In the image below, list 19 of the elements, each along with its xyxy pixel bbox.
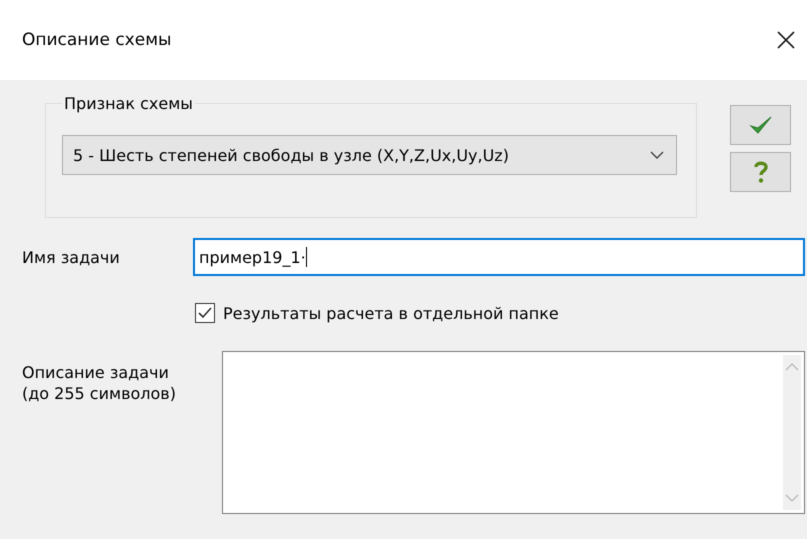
- description-field[interactable]: [222, 351, 805, 514]
- group-label: Признак схемы: [63, 94, 194, 113]
- check-icon: [748, 114, 772, 136]
- task-name-label: Имя задачи: [22, 248, 121, 266]
- task-name-field[interactable]: пример19_1·: [193, 238, 805, 276]
- ok-button[interactable]: [730, 105, 791, 145]
- checkbox-label: Результаты расчета в отдельной папке: [223, 304, 559, 322]
- scroll-down-icon[interactable]: [785, 494, 799, 502]
- window-title: Описание схемы: [22, 30, 172, 50]
- description-label: Описание задачи (до 255 символов): [22, 363, 177, 405]
- close-icon[interactable]: [777, 31, 795, 49]
- caret-icon: [650, 151, 664, 159]
- checkbox[interactable]: [195, 303, 215, 323]
- scrollbar[interactable]: [783, 355, 801, 510]
- question-icon: [752, 160, 768, 184]
- help-button[interactable]: [730, 152, 791, 192]
- check-mark-icon: [197, 305, 213, 321]
- scheme-dropdown[interactable]: 5 - Шесть степеней свободы в узле (X,Y,Z,Ux,Uy,Uz): [62, 135, 677, 175]
- scroll-up-icon[interactable]: [785, 363, 799, 371]
